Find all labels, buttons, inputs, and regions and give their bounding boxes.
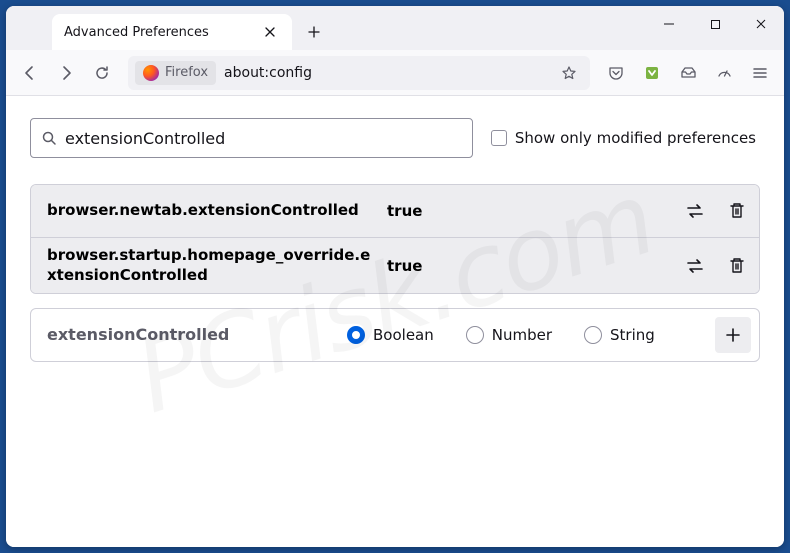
checkbox-icon [491, 130, 507, 146]
pref-value: true [387, 202, 667, 220]
url-bar[interactable]: Firefox about:config [128, 56, 590, 90]
firefox-logo-icon [143, 65, 159, 81]
url-text: about:config [224, 63, 555, 83]
gauge-icon [716, 64, 733, 81]
toggle-button[interactable] [677, 248, 713, 284]
pref-search-input[interactable] [65, 129, 462, 148]
delete-button[interactable] [719, 248, 755, 284]
new-tab-button[interactable] [298, 16, 330, 48]
radio-string[interactable]: String [584, 326, 655, 344]
mail-button[interactable] [672, 57, 704, 89]
pref-table: browser.newtab.extensionControlled true … [30, 184, 760, 294]
tab-title: Advanced Preferences [64, 25, 209, 40]
pref-row: browser.startup.homepage_override.extens… [31, 237, 759, 293]
search-icon [41, 130, 57, 146]
radio-icon [466, 326, 484, 344]
pref-name: browser.newtab.extensionControlled [47, 201, 377, 221]
bookmark-button[interactable] [555, 59, 583, 87]
inbox-icon [680, 64, 697, 81]
pref-value: true [387, 257, 667, 275]
window-close-button[interactable] [738, 6, 784, 42]
plus-icon [307, 25, 321, 39]
radio-icon [584, 326, 602, 344]
minimize-button[interactable] [646, 6, 692, 42]
maximize-icon [710, 19, 721, 30]
reload-icon [94, 65, 110, 81]
forward-icon [57, 64, 75, 82]
radio-icon [347, 326, 365, 344]
trash-icon [729, 257, 745, 275]
close-icon [264, 26, 276, 38]
radio-label: Number [492, 326, 552, 344]
identity-box[interactable]: Firefox [135, 61, 216, 85]
toggle-arrows-icon [685, 257, 705, 275]
maximize-button[interactable] [692, 6, 738, 42]
identity-label: Firefox [165, 65, 208, 80]
about-config-content: Show only modified preferences browser.n… [6, 96, 784, 547]
star-icon [561, 65, 577, 81]
modified-only-toggle[interactable]: Show only modified preferences [491, 129, 760, 147]
browser-tab[interactable]: Advanced Preferences [52, 14, 292, 50]
modified-only-label: Show only modified preferences [515, 129, 756, 147]
back-icon [21, 64, 39, 82]
dashboard-button[interactable] [708, 57, 740, 89]
radio-label: String [610, 326, 655, 344]
pocket-icon [608, 65, 624, 81]
new-pref-name: extensionControlled [47, 325, 347, 346]
close-tab-button[interactable] [260, 22, 280, 42]
minimize-icon [663, 18, 675, 30]
search-row: Show only modified preferences [30, 118, 760, 158]
nav-toolbar: Firefox about:config [6, 50, 784, 96]
toggle-arrows-icon [685, 202, 705, 220]
delete-button[interactable] [719, 193, 755, 229]
titlebar: Advanced Preferences [6, 6, 784, 50]
pref-search-box[interactable] [30, 118, 473, 158]
plus-icon [725, 327, 741, 343]
type-radio-group: Boolean Number String [347, 326, 715, 344]
add-pref-button[interactable] [715, 317, 751, 353]
forward-button[interactable] [50, 57, 82, 89]
window-controls [646, 6, 784, 42]
app-menu-button[interactable] [744, 57, 776, 89]
pref-name: browser.startup.homepage_override.extens… [47, 246, 377, 285]
back-button[interactable] [14, 57, 46, 89]
trash-icon [729, 202, 745, 220]
new-pref-row: extensionControlled Boolean Number Strin… [30, 308, 760, 362]
pocket-button[interactable] [600, 57, 632, 89]
pref-row: browser.newtab.extensionControlled true [31, 185, 759, 237]
radio-boolean[interactable]: Boolean [347, 326, 434, 344]
toggle-button[interactable] [677, 193, 713, 229]
browser-window: Advanced Preferences [6, 6, 784, 547]
close-icon [755, 18, 767, 30]
extension-button[interactable] [636, 57, 668, 89]
hamburger-icon [752, 65, 768, 81]
radio-number[interactable]: Number [466, 326, 552, 344]
puzzle-icon [644, 65, 660, 81]
radio-label: Boolean [373, 326, 434, 344]
reload-button[interactable] [86, 57, 118, 89]
